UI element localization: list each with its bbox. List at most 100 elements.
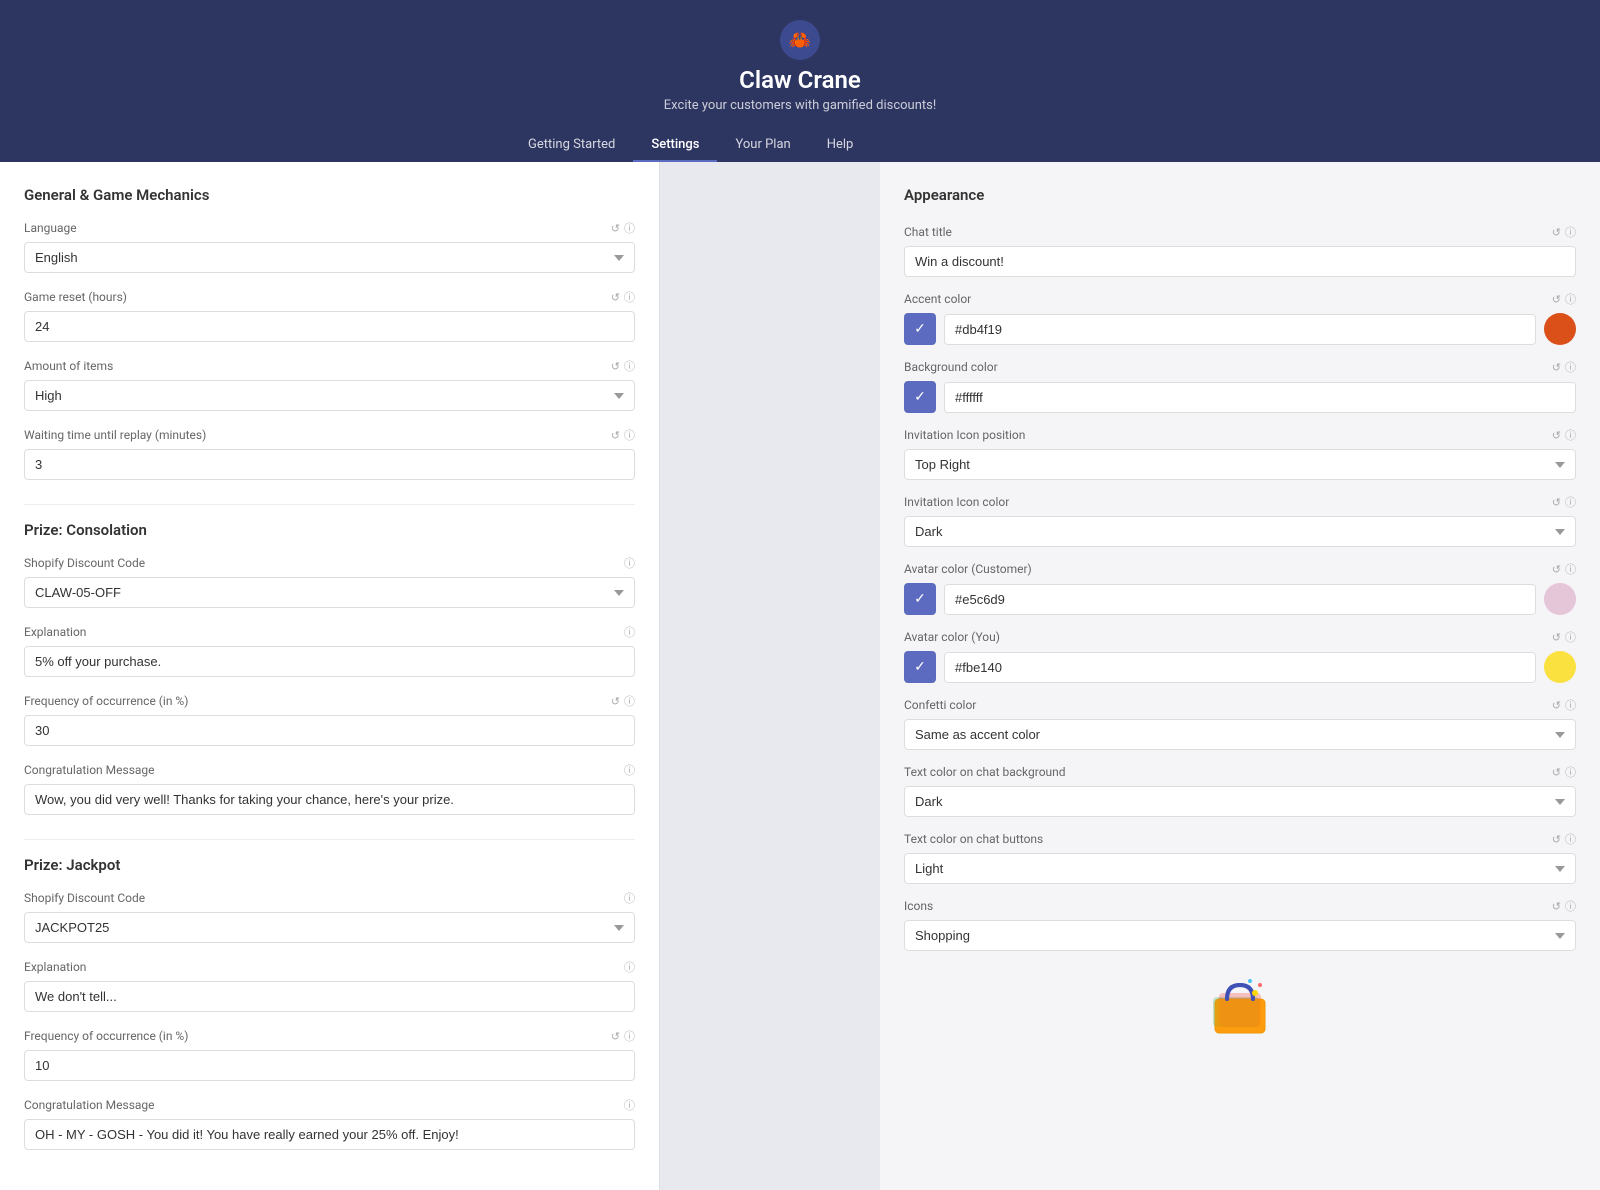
consolation-discount-select[interactable]: CLAW-05-OFF (24, 577, 635, 608)
chat-title-reset-icon[interactable]: ↺ (1552, 226, 1561, 239)
icons-reset-icon[interactable]: ↺ (1552, 900, 1561, 913)
avatar-you-info-icon[interactable]: ⓘ (1565, 629, 1576, 645)
tab-getting-started[interactable]: Getting Started (510, 129, 633, 162)
consolation-congrats-info-icon[interactable]: ⓘ (624, 762, 635, 778)
invitation-icon-color-info-icon[interactable]: ⓘ (1565, 494, 1576, 510)
text-chat-btn-label: Text color on chat buttons ↺ ⓘ (904, 831, 1576, 847)
jackpot-frequency-info-icon[interactable]: ⓘ (624, 1028, 635, 1044)
avatar-you-swatch[interactable] (1544, 651, 1576, 683)
accent-color-input[interactable] (945, 315, 1535, 344)
jackpot-explanation-label: Explanation ⓘ (24, 959, 635, 975)
jackpot-discount-info-icon[interactable]: ⓘ (624, 890, 635, 906)
text-chat-btn-field: Text color on chat buttons ↺ ⓘ Light (904, 831, 1576, 884)
text-chat-bg-reset-icon[interactable]: ↺ (1552, 766, 1561, 779)
game-reset-label: Game reset (hours) ↺ ⓘ (24, 289, 635, 305)
language-field: Language ↺ ⓘ English (24, 220, 635, 273)
confetti-reset-icon[interactable]: ↺ (1552, 699, 1561, 712)
consolation-explanation-info-icon[interactable]: ⓘ (624, 624, 635, 640)
jackpot-congrats-field: Congratulation Message ⓘ (24, 1097, 635, 1150)
background-color-label: Background color ↺ ⓘ (904, 359, 1576, 375)
consolation-discount-info-icon[interactable]: ⓘ (624, 555, 635, 571)
confetti-select[interactable]: Same as accent color (904, 719, 1576, 750)
tab-help[interactable]: Help (809, 129, 872, 162)
jackpot-congrats-input[interactable] (24, 1119, 635, 1150)
avatar-customer-swatch[interactable] (1544, 583, 1576, 615)
invitation-icon-color-reset-icon[interactable]: ↺ (1552, 496, 1561, 509)
tab-your-plan[interactable]: Your Plan (717, 129, 808, 162)
jackpot-frequency-input[interactable] (24, 1050, 635, 1081)
background-color-field-row: ✓ (904, 381, 1576, 413)
invitation-icon-position-select[interactable]: Top Right (904, 449, 1576, 480)
avatar-customer-reset-icon[interactable]: ↺ (1552, 563, 1561, 576)
jackpot-explanation-info-icon[interactable]: ⓘ (624, 959, 635, 975)
background-color-check-btn[interactable]: ✓ (904, 381, 936, 413)
language-reset-icon[interactable]: ↺ (611, 222, 620, 235)
accent-color-info-icon[interactable]: ⓘ (1565, 291, 1576, 307)
avatar-customer-check-btn[interactable]: ✓ (904, 583, 936, 615)
waiting-time-reset-icon[interactable]: ↺ (611, 429, 620, 442)
language-label: Language ↺ ⓘ (24, 220, 635, 236)
accent-color-check-btn[interactable]: ✓ (904, 313, 936, 345)
avatar-customer-label: Avatar color (Customer) ↺ ⓘ (904, 561, 1576, 577)
text-chat-btn-reset-icon[interactable]: ↺ (1552, 833, 1561, 846)
consolation-congrats-input[interactable] (24, 784, 635, 815)
language-select[interactable]: English (24, 242, 635, 273)
icons-select[interactable]: Shopping (904, 920, 1576, 951)
background-color-field: Background color ↺ ⓘ ✓ (904, 359, 1576, 413)
consolation-frequency-info-icon[interactable]: ⓘ (624, 693, 635, 709)
consolation-section: Prize: Consolation Shopify Discount Code… (24, 504, 635, 815)
background-color-info-icon[interactable]: ⓘ (1565, 359, 1576, 375)
text-chat-bg-select[interactable]: Dark (904, 786, 1576, 817)
chat-title-input[interactable] (904, 246, 1576, 277)
jackpot-congrats-info-icon[interactable]: ⓘ (624, 1097, 635, 1113)
accent-color-swatch[interactable] (1544, 313, 1576, 345)
text-chat-btn-select[interactable]: Light (904, 853, 1576, 884)
text-chat-btn-info-icon[interactable]: ⓘ (1565, 831, 1576, 847)
background-color-reset-icon[interactable]: ↺ (1552, 361, 1561, 374)
amount-items-select[interactable]: High (24, 380, 635, 411)
accent-color-field: Accent color ↺ ⓘ ✓ (904, 291, 1576, 345)
avatar-customer-info-icon[interactable]: ⓘ (1565, 561, 1576, 577)
consolation-frequency-label: Frequency of occurrence (in %) ↺ ⓘ (24, 693, 635, 709)
main-nav: Getting Started Settings Your Plan Help (470, 129, 1130, 162)
invitation-icon-color-select[interactable]: Dark (904, 516, 1576, 547)
consolation-frequency-reset-icon[interactable]: ↺ (611, 695, 620, 708)
header: 🦀 Claw Crane Excite your customers with … (0, 0, 1600, 162)
icons-info-icon[interactable]: ⓘ (1565, 898, 1576, 914)
jackpot-section: Prize: Jackpot Shopify Discount Code ⓘ J… (24, 839, 635, 1150)
game-reset-input[interactable] (24, 311, 635, 342)
background-color-input[interactable] (945, 383, 1575, 412)
accent-color-reset-icon[interactable]: ↺ (1552, 293, 1561, 306)
avatar-you-label: Avatar color (You) ↺ ⓘ (904, 629, 1576, 645)
avatar-you-check-btn[interactable]: ✓ (904, 651, 936, 683)
jackpot-discount-select[interactable]: JACKPOT25 (24, 912, 635, 943)
jackpot-congrats-label: Congratulation Message ⓘ (24, 1097, 635, 1113)
consolation-frequency-input[interactable] (24, 715, 635, 746)
language-info-icon[interactable]: ⓘ (624, 220, 635, 236)
appearance-title: Appearance (904, 186, 1576, 204)
waiting-time-input[interactable] (24, 449, 635, 480)
consolation-discount-label: Shopify Discount Code ⓘ (24, 555, 635, 571)
avatar-you-input[interactable] (945, 653, 1535, 682)
amount-items-reset-icon[interactable]: ↺ (611, 360, 620, 373)
confetti-info-icon[interactable]: ⓘ (1565, 697, 1576, 713)
jackpot-explanation-input[interactable] (24, 981, 635, 1012)
consolation-frequency-field: Frequency of occurrence (in %) ↺ ⓘ (24, 693, 635, 746)
waiting-time-info-icon[interactable]: ⓘ (624, 427, 635, 443)
avatar-you-reset-icon[interactable]: ↺ (1552, 631, 1561, 644)
amount-items-info-icon[interactable]: ⓘ (624, 358, 635, 374)
avatar-customer-input[interactable] (945, 585, 1535, 614)
jackpot-frequency-reset-icon[interactable]: ↺ (611, 1030, 620, 1043)
avatar-customer-field-row: ✓ (904, 583, 1576, 615)
text-chat-bg-info-icon[interactable]: ⓘ (1565, 764, 1576, 780)
consolation-explanation-input[interactable] (24, 646, 635, 677)
game-reset-info-icon[interactable]: ⓘ (624, 289, 635, 305)
invitation-icon-position-info-icon[interactable]: ⓘ (1565, 427, 1576, 443)
accent-color-field-row: ✓ (904, 313, 1576, 345)
game-reset-reset-icon[interactable]: ↺ (611, 291, 620, 304)
tab-settings[interactable]: Settings (633, 129, 717, 162)
chat-title-info-icon[interactable]: ⓘ (1565, 224, 1576, 240)
invitation-icon-position-reset-icon[interactable]: ↺ (1552, 429, 1561, 442)
game-reset-field: Game reset (hours) ↺ ⓘ (24, 289, 635, 342)
avatar-customer-field: Avatar color (Customer) ↺ ⓘ ✓ (904, 561, 1576, 615)
